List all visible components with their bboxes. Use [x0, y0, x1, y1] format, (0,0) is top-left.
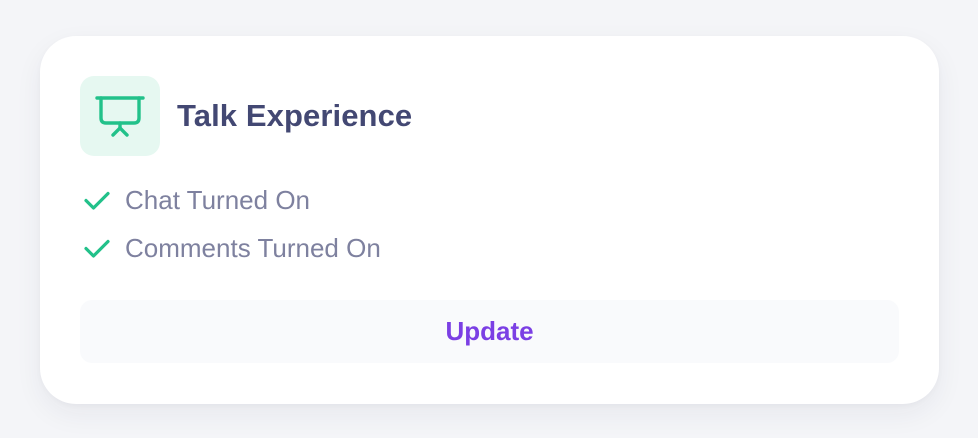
feature-list: Chat Turned On Comments Turned On: [82, 176, 381, 272]
check-icon: [82, 185, 112, 215]
feature-item-chat: Chat Turned On: [82, 176, 381, 224]
presentation-icon-tile: [80, 76, 160, 156]
card-header: Talk Experience: [80, 76, 412, 156]
update-button[interactable]: Update: [80, 300, 899, 363]
card-title: Talk Experience: [177, 98, 413, 133]
feature-label: Chat Turned On: [125, 184, 310, 215]
feature-item-comments: Comments Turned On: [82, 224, 381, 272]
feature-label: Comments Turned On: [125, 232, 381, 263]
check-icon: [82, 233, 112, 263]
talk-experience-card: Talk Experience Chat Turned On Comments …: [40, 36, 939, 404]
presentation-screen-icon: [95, 96, 145, 137]
